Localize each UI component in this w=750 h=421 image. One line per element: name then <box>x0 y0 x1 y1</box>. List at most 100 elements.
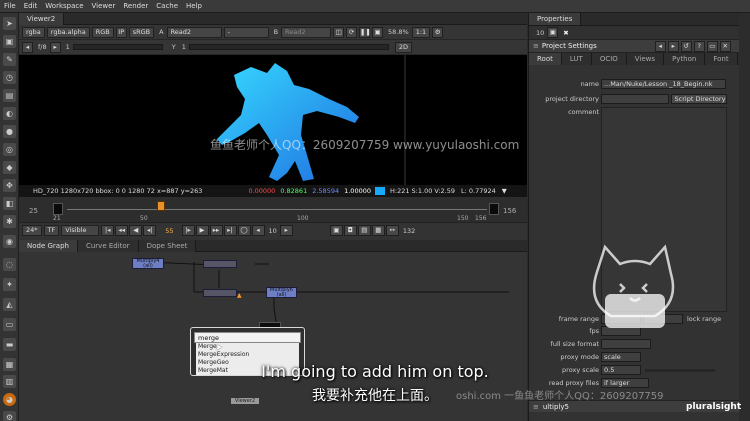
lock-range-checkbox[interactable]: lock range <box>687 315 721 323</box>
out-marker[interactable] <box>489 203 499 215</box>
view-mode-dropdown[interactable]: 2D <box>394 41 413 53</box>
close-all-icon[interactable]: ✖ <box>563 29 568 37</box>
settings-icon[interactable]: ⚙ <box>432 26 444 38</box>
refresh-icon[interactable]: ⟳ <box>346 26 358 38</box>
tab-root[interactable]: Root <box>529 52 562 65</box>
help-icon[interactable]: ? <box>693 40 705 52</box>
prev-keyframe-icon[interactable]: ◂◂ <box>115 225 129 236</box>
play-backward-icon[interactable]: ◀ <box>129 225 143 236</box>
step-forward-icon[interactable]: ▸ <box>279 225 293 236</box>
keyer-icon[interactable]: ◎ <box>3 143 16 156</box>
menu-viewer[interactable]: Viewer <box>88 0 120 13</box>
next-keyframe-icon[interactable]: ▸▸ <box>209 225 223 236</box>
ratio-dropdown[interactable]: 1:1 <box>411 26 431 38</box>
viewer-canvas[interactable] <box>19 55 527 185</box>
menu-help[interactable]: Help <box>182 0 206 13</box>
tab-lut[interactable]: LUT <box>561 52 592 65</box>
tab-viewer2[interactable]: Viewer2 <box>19 12 65 25</box>
blend-dropdown[interactable]: - <box>223 26 269 38</box>
proxy-icon[interactable]: ▣ <box>372 26 384 38</box>
last-frame-icon[interactable]: ▸| <box>223 225 237 236</box>
lock-icon[interactable]: ▤ <box>357 225 371 236</box>
ip-button[interactable]: IP <box>115 26 127 38</box>
filter-icon[interactable]: ● <box>3 125 16 138</box>
clear-panels-icon[interactable]: ▣ <box>547 27 559 38</box>
result-merge-expression[interactable]: MergeExpression <box>196 351 299 359</box>
color-icon[interactable]: ◐ <box>3 107 16 120</box>
project-dir-field[interactable] <box>601 94 669 104</box>
tab-views[interactable]: Views <box>626 52 665 65</box>
properties-scrollbar[interactable] <box>739 13 750 421</box>
particles-icon[interactable]: ✦ <box>3 278 16 291</box>
menu-render[interactable]: Render <box>119 0 152 13</box>
menu-file[interactable]: File <box>0 0 20 13</box>
tab-font[interactable]: Font <box>705 52 738 65</box>
first-frame-icon[interactable]: |◂ <box>101 225 115 236</box>
name-field[interactable]: ...Man/Nuke/Lesson _18_Begin.nk <box>601 79 726 89</box>
channels-dropdown[interactable]: rgba <box>22 26 45 38</box>
channel-icon[interactable]: ▤ <box>3 89 16 102</box>
script-directory-button[interactable]: Script Directory <box>671 94 727 104</box>
fps-dropdown[interactable]: 24* <box>22 225 42 236</box>
node-multiply6[interactable]: Multiply6 (all) <box>266 287 297 298</box>
image-icon[interactable]: ▣ <box>3 35 16 48</box>
timeline[interactable]: 25 21 50 100 150 156 156 <box>19 197 527 222</box>
visible-dropdown[interactable]: Visible <box>61 225 100 236</box>
channel-select-dropdown[interactable]: rgba.alpha <box>46 26 90 38</box>
playhead[interactable] <box>157 201 165 211</box>
dock-icon[interactable]: ▸ <box>667 40 679 52</box>
roi-icon[interactable]: ◫ <box>333 26 345 38</box>
other-icon[interactable]: ▭ <box>3 318 16 331</box>
3d-icon[interactable]: ◧ <box>3 197 16 210</box>
transform-icon[interactable]: ✥ <box>3 179 16 192</box>
gain-slider[interactable] <box>72 44 163 50</box>
node-small-top[interactable] <box>203 260 237 268</box>
timeline-track[interactable] <box>67 209 487 210</box>
close-panel-icon[interactable]: ✕ <box>719 40 731 52</box>
draw-icon[interactable]: ✎ <box>3 53 16 66</box>
eye-icon[interactable]: ◌ <box>3 258 16 271</box>
pause-icon[interactable]: ❚❚ <box>359 26 371 38</box>
menu-workspace[interactable]: Workspace <box>41 0 87 13</box>
step-back-icon[interactable]: ◂ <box>251 225 265 236</box>
current-frame[interactable]: 55 <box>165 227 173 235</box>
result-merge[interactable]: Merge <box>196 343 299 351</box>
loop-icon[interactable]: ◯ <box>237 225 251 236</box>
merge-icon[interactable]: ◆ <box>3 161 16 174</box>
toolsets-icon[interactable]: ◭ <box>3 298 16 311</box>
display-mode-dropdown[interactable]: RGB <box>91 26 114 38</box>
step-value[interactable]: 10 <box>269 227 277 235</box>
tab-python[interactable]: Python <box>664 52 706 65</box>
tab-properties[interactable]: Properties <box>529 13 582 25</box>
menu-arrow-icon[interactable]: ▼ <box>502 185 507 197</box>
revert-icon[interactable]: ↺ <box>680 40 692 52</box>
menu-cache[interactable]: Cache <box>152 0 182 13</box>
lut-dropdown[interactable]: sRGB <box>128 26 155 38</box>
tab-node-graph[interactable]: Node Graph <box>19 239 78 252</box>
play-forward-icon[interactable]: ▶ <box>195 225 209 236</box>
input-b-dropdown[interactable]: Read2 <box>281 26 332 38</box>
next-frame-icon[interactable]: |▸ <box>181 225 195 236</box>
float-icon[interactable]: ◂ <box>654 40 666 52</box>
tab-dope-sheet[interactable]: Dope Sheet <box>138 239 197 252</box>
prev-frame-icon[interactable]: ◂| <box>143 225 157 236</box>
gamma-slider[interactable] <box>188 44 389 50</box>
zoom-value[interactable]: 58.8% <box>388 28 409 36</box>
node-search-input[interactable]: merge <box>194 332 301 343</box>
gain-value[interactable]: 1 <box>66 43 70 51</box>
float-window-icon[interactable]: ▭ <box>706 40 718 52</box>
time-icon[interactable]: ◷ <box>3 71 16 84</box>
flipbook-icon[interactable]: ▣ <box>329 225 343 236</box>
tf-dropdown[interactable]: TF <box>43 225 60 236</box>
input-a-dropdown[interactable]: Read2 <box>166 26 222 38</box>
gain-stepper-icon[interactable]: ▸ <box>49 41 61 53</box>
node-small-mid[interactable] <box>203 289 237 297</box>
pointer-icon[interactable]: ➤ <box>3 17 16 30</box>
range-icon[interactable]: ↔ <box>385 225 399 236</box>
in-marker[interactable] <box>53 203 63 215</box>
cache-icon[interactable]: ▦ <box>371 225 385 236</box>
settings-icon[interactable]: ⚙ <box>3 411 16 421</box>
gamma-value[interactable]: 1 <box>182 43 186 51</box>
max-panels-value[interactable]: 10 <box>536 29 544 37</box>
render-icon[interactable]: ◘ <box>343 225 357 236</box>
